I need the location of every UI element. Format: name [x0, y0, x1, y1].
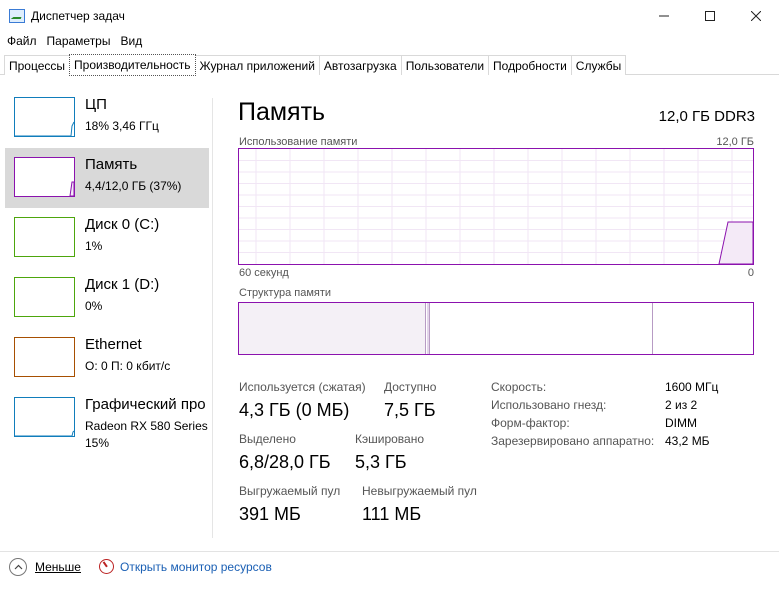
- composition-free: [654, 303, 753, 354]
- composition-modified: [427, 303, 430, 354]
- form-factor-label: Форм-фактор:: [491, 416, 570, 430]
- open-resource-monitor-link[interactable]: Открыть монитор ресурсов: [99, 559, 272, 574]
- minimize-icon: [659, 15, 669, 16]
- in-use-label: Используется (сжатая): [239, 380, 366, 394]
- gpu-thumbnail-graph: [14, 397, 75, 437]
- available-value: 7,5 ГБ: [384, 400, 436, 420]
- fewer-details-label: Меньше: [35, 560, 81, 574]
- in-use-value: 4,3 ГБ (0 МБ): [239, 400, 350, 420]
- paged-pool-label: Выгружаемый пул: [239, 484, 341, 498]
- composition-chart-label: Структура памяти: [239, 287, 332, 299]
- sidebar-item-memory[interactable]: Память 4,4/12,0 ГБ (37%): [5, 148, 209, 208]
- speed-label: Скорость:: [491, 380, 547, 394]
- menu-bar: Файл Параметры Вид: [0, 31, 779, 51]
- chevron-up-icon: [9, 558, 27, 576]
- open-resource-monitor-label: Открыть монитор ресурсов: [120, 559, 272, 574]
- paged-pool-value: 391 МБ: [239, 504, 301, 524]
- cached-label: Кэшировано: [355, 432, 425, 446]
- available-label: Доступно: [384, 380, 437, 394]
- sidebar-item-disk-1[interactable]: Диск 1 (D:) 0%: [5, 268, 209, 328]
- tab-processes[interactable]: Процессы: [4, 55, 71, 75]
- hardware-reserved-label: Зарезервировано аппаратно:: [491, 434, 655, 448]
- slots-label: Использовано гнезд:: [491, 398, 607, 412]
- sidebar-item-value: 0%: [85, 299, 103, 313]
- sidebar-item-label: Диск 1 (D:): [85, 276, 160, 293]
- sidebar-item-value: 18% 3,46 ГГц: [85, 119, 159, 133]
- memory-usage-chart: [238, 148, 754, 265]
- sidebar-item-value: 4,4/12,0 ГБ (37%): [85, 179, 182, 193]
- committed-label: Выделено: [239, 432, 296, 446]
- cached-value: 5,3 ГБ: [355, 452, 407, 472]
- memory-composition-chart: [238, 302, 754, 355]
- resource-sidebar: ЦП 18% 3,46 ГГц Память 4,4/12,0 ГБ (37%)…: [5, 88, 209, 538]
- nonpaged-pool-value: 111 МБ: [362, 504, 422, 524]
- sidebar-item-value-2: 15%: [85, 436, 110, 450]
- tab-bar: Процессы Производительность Журнал прило…: [0, 54, 779, 76]
- title-bar[interactable]: Диспетчер задач: [0, 0, 779, 31]
- minimize-button[interactable]: [641, 0, 687, 31]
- sidebar-item-value: О: 0 П: 0 кбит/с: [85, 359, 171, 373]
- sidebar-item-disk-0[interactable]: Диск 0 (C:) 1%: [5, 208, 209, 268]
- close-icon: [751, 10, 761, 21]
- close-button[interactable]: [733, 0, 779, 31]
- sidebar-item-ethernet[interactable]: Ethernet О: 0 П: 0 кбит/с: [5, 328, 209, 388]
- memory-spec: 12,0 ГБ DDR3: [658, 108, 755, 125]
- sidebar-divider: [212, 98, 213, 538]
- usage-chart-max: 12,0 ГБ: [716, 136, 754, 148]
- menu-file[interactable]: Файл: [7, 34, 37, 48]
- sidebar-item-label: Ethernet: [85, 336, 142, 353]
- time-axis-zero: 0: [747, 267, 754, 279]
- sidebar-item-value: Radeon RX 580 Series: [85, 419, 208, 433]
- window-controls: [641, 0, 779, 31]
- sidebar-item-label: Память: [85, 156, 138, 173]
- memory-thumbnail-graph: [14, 157, 75, 197]
- tab-startup[interactable]: Автозагрузка: [318, 55, 402, 75]
- footer-divider: [0, 551, 779, 552]
- usage-chart-svg: [239, 149, 753, 264]
- memory-usage-series: [718, 221, 753, 264]
- form-factor-value: DIMM: [665, 416, 697, 430]
- usage-chart-label: Использование памяти: [239, 136, 358, 148]
- slots-value: 2 из 2: [665, 398, 698, 412]
- tab-details[interactable]: Подробности: [488, 55, 572, 75]
- tab-services[interactable]: Службы: [570, 55, 627, 75]
- disk0-thumbnail-graph: [14, 217, 75, 257]
- nonpaged-pool-label: Невыгружаемый пул: [362, 484, 477, 498]
- fewer-details-button[interactable]: Меньше: [9, 558, 81, 576]
- committed-value: 6,8/28,0 ГБ: [239, 452, 331, 472]
- window-title: Диспетчер задач: [31, 8, 125, 23]
- menu-options[interactable]: Параметры: [47, 34, 111, 48]
- sidebar-item-value: 1%: [85, 239, 103, 253]
- hardware-reserved-value: 43,2 МБ: [665, 434, 710, 448]
- chart-grid: [239, 149, 753, 264]
- tab-app-history[interactable]: Журнал приложений: [194, 55, 320, 75]
- ethernet-thumbnail-graph: [14, 337, 75, 377]
- sidebar-item-label: ЦП: [85, 96, 107, 113]
- page-title: Память: [238, 98, 326, 126]
- cpu-thumbnail-graph: [14, 97, 75, 137]
- time-axis-label: 60 секунд: [239, 267, 289, 279]
- menu-view[interactable]: Вид: [120, 34, 142, 48]
- disk1-thumbnail-graph: [14, 277, 75, 317]
- sidebar-item-label: Диск 0 (C:): [85, 216, 160, 233]
- sidebar-item-cpu[interactable]: ЦП 18% 3,46 ГГц: [5, 88, 209, 148]
- resource-monitor-icon: [99, 559, 114, 574]
- speed-value: 1600 МГц: [665, 380, 719, 394]
- task-manager-icon: [9, 8, 25, 23]
- sidebar-item-gpu[interactable]: Графический про Radeon RX 580 Series 15%: [5, 388, 209, 450]
- maximize-button[interactable]: [687, 0, 733, 31]
- sidebar-item-label: Графический про: [85, 396, 206, 413]
- tab-performance[interactable]: Производительность: [69, 54, 196, 76]
- tab-users[interactable]: Пользователи: [400, 55, 490, 75]
- composition-standby: [431, 303, 653, 354]
- composition-in-use: [239, 303, 426, 354]
- maximize-icon: [705, 10, 715, 21]
